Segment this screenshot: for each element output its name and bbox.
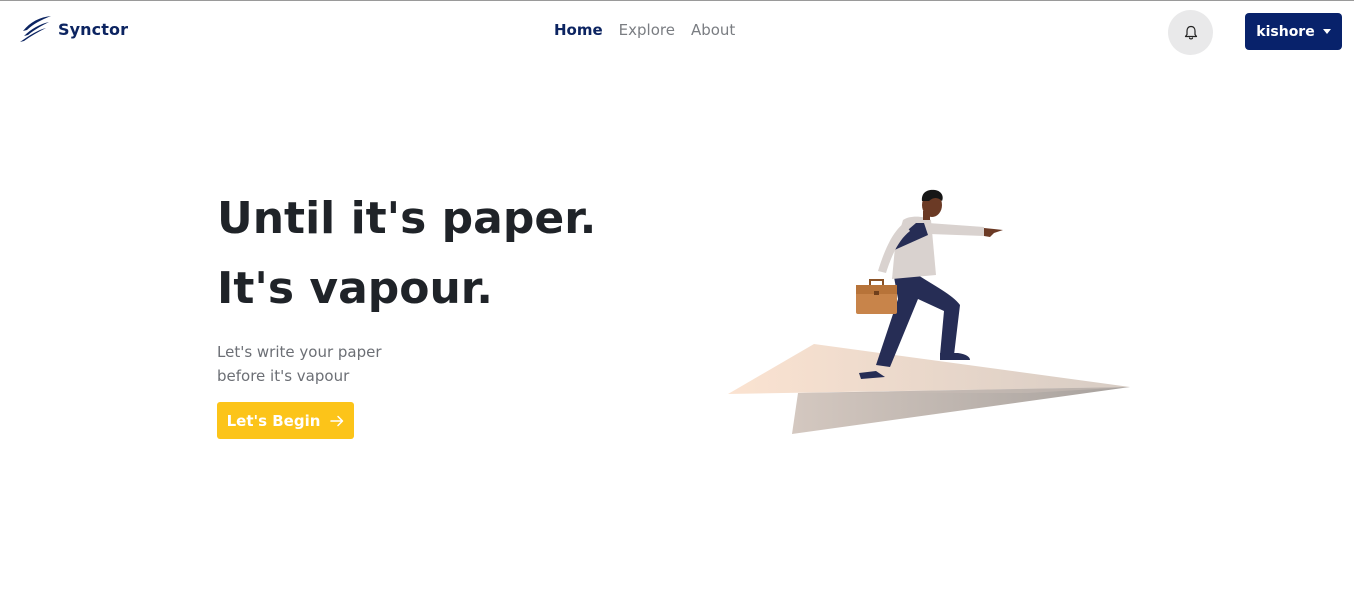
- brand-name: Synctor: [58, 19, 129, 39]
- arrow-right-icon: [330, 415, 344, 426]
- user-menu-label: kishore: [1256, 23, 1315, 40]
- hero-subtitle: Let's write your paper before it's vapou…: [217, 340, 382, 388]
- caret-down-icon: [1322, 29, 1331, 34]
- nav-home[interactable]: Home: [554, 21, 603, 39]
- man-on-paper-plane-illustration: [728, 189, 1130, 434]
- hero-title-line-2: It's vapour.: [217, 263, 493, 314]
- lets-begin-label: Let's Begin: [226, 411, 321, 430]
- feather-wing-icon: [20, 16, 51, 42]
- hero-title-line-1: Until it's paper.: [217, 193, 597, 244]
- top-navbar: Synctor Home Explore About kishore: [0, 1, 1354, 61]
- nav-explore[interactable]: Explore: [619, 21, 675, 39]
- lets-begin-button[interactable]: Let's Begin: [217, 402, 354, 439]
- notifications-button[interactable]: [1168, 10, 1213, 55]
- hero-subtitle-line-2: before it's vapour: [217, 367, 350, 385]
- nav-about[interactable]: About: [691, 21, 735, 39]
- page: Synctor Home Explore About kishore Until…: [0, 0, 1354, 589]
- user-menu-button[interactable]: kishore: [1245, 13, 1342, 50]
- bell-icon: [1184, 25, 1197, 39]
- hero-subtitle-line-1: Let's write your paper: [217, 343, 382, 361]
- brand-link[interactable]: Synctor: [18, 15, 128, 43]
- main-nav: Home Explore About: [554, 21, 735, 39]
